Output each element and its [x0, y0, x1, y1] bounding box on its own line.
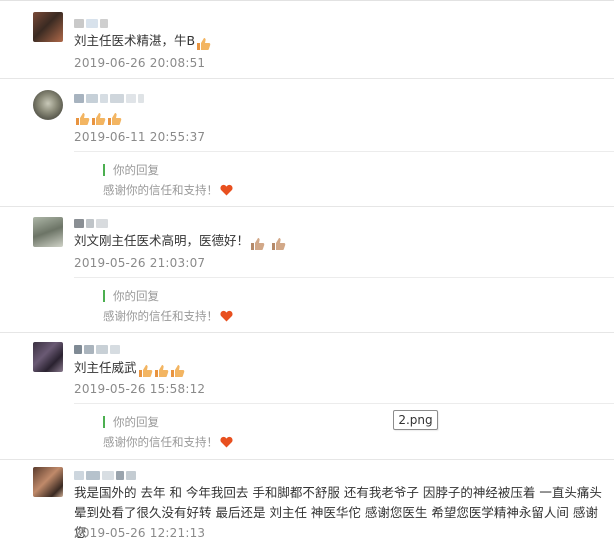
avatar[interactable] [33, 342, 63, 372]
thumbs-up-icon [196, 34, 211, 52]
reply-text: 感谢你的信任和支持！ [103, 308, 233, 325]
user-name-blurred [74, 469, 136, 481]
review-item: 我是国外的 去年 和 今年我回去 手和脚都不舒服 还有我老爷子 因脖子的神经被压… [0, 460, 614, 551]
thumbs-up-icon [91, 109, 106, 127]
thumbs-up-icon [170, 361, 185, 379]
avatar[interactable] [33, 12, 63, 42]
reply-divider [74, 403, 614, 404]
avatar[interactable] [33, 217, 63, 247]
review-date: 2019-06-11 20:55:37 [74, 130, 206, 144]
heart-icon [220, 310, 233, 325]
review-date: 2019-05-26 12:21:13 [74, 526, 206, 540]
thumbs-up-icon [154, 361, 169, 379]
reply-divider [74, 151, 614, 152]
filename-tooltip: 2.png [393, 410, 438, 430]
review-date: 2019-06-26 20:08:51 [74, 56, 206, 70]
review-date: 2019-05-26 21:03:07 [74, 256, 206, 270]
reply-title: 你的回复 [103, 416, 159, 428]
user-name-blurred [74, 217, 108, 229]
reply-divider [74, 277, 614, 278]
user-name-blurred [74, 92, 144, 104]
thumbs-up-icon [75, 109, 90, 127]
avatar[interactable] [33, 467, 63, 497]
review-content [74, 107, 122, 127]
avatar[interactable] [33, 90, 63, 120]
review-content: 刘主任威武 [74, 359, 185, 379]
review-content: 刘文刚主任医术高明，医德好！ [74, 232, 286, 252]
thumbs-up-icon [271, 234, 286, 252]
review-item: 刘主任医术精湛，牛B 2019-06-26 20:08:51 [0, 0, 614, 79]
review-content: 刘主任医术精湛，牛B [74, 32, 211, 52]
reply-title: 你的回复 [103, 290, 159, 302]
thumbs-up-icon [138, 361, 153, 379]
user-name-blurred [74, 17, 108, 29]
user-name-blurred [74, 343, 120, 355]
review-date: 2019-05-26 15:58:12 [74, 382, 206, 396]
reply-text: 感谢你的信任和支持！ [103, 182, 233, 199]
review-item: 2019-06-11 20:55:37 你的回复 感谢你的信任和支持！ [0, 79, 614, 207]
reply-text: 感谢你的信任和支持！ [103, 434, 233, 451]
thumbs-up-icon [250, 234, 265, 252]
review-item: 刘文刚主任医术高明，医德好！ 2019-05-26 21:03:07 你的回复 … [0, 207, 614, 333]
reply-title: 你的回复 [103, 164, 159, 176]
thumbs-up-icon [107, 109, 122, 127]
heart-icon [220, 184, 233, 199]
heart-icon [220, 436, 233, 451]
review-item: 刘主任威武 2019-05-26 15:58:12 你的回复 感谢你的信任和支持… [0, 333, 614, 460]
